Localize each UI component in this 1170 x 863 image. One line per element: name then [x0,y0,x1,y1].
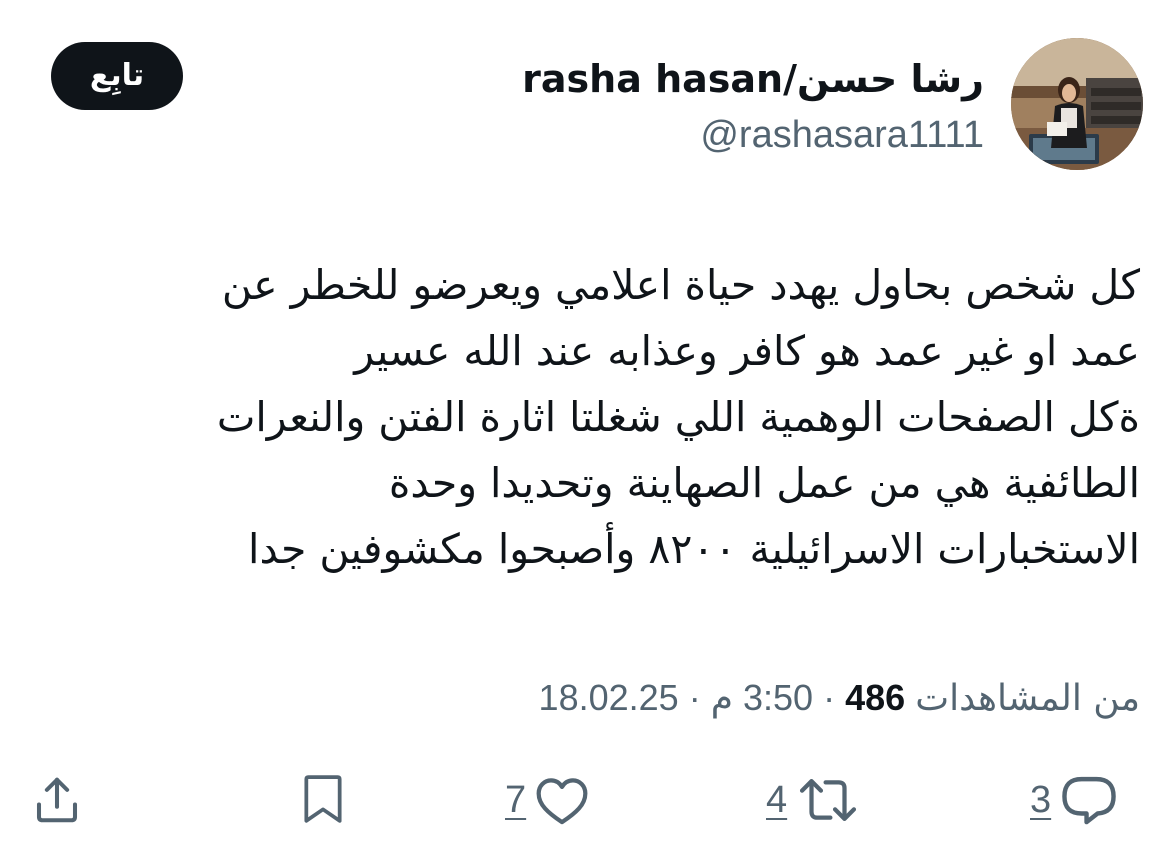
bookmark-button[interactable] [298,768,348,832]
repost-count: 4 [766,778,788,821]
views-label: من المشاهدات [915,678,1140,719]
share-button[interactable] [30,768,84,832]
tweet-meta: من المشاهدات 486 · 3:50 م · 18.02.25 [539,670,1140,727]
like-button[interactable]: 7 [505,768,590,832]
tweet-text-line: عمد او غير عمد هو كافر وعذابه عند الله ع… [354,327,1140,375]
meta-separator: · [688,677,701,718]
views-count[interactable]: 486 [845,677,905,718]
meta-separator: · [823,677,836,718]
tweet-time[interactable]: 3:50 م [711,677,813,718]
follow-button[interactable]: تابِع [51,42,183,110]
tweet-text-line: الاستخبارات الاسرائيلية ٨٢٠٠ وأصبحوا مكش… [248,525,1140,573]
avatar-image [1011,38,1143,170]
author-handle[interactable]: @rashasara1111 [522,108,984,162]
tweet-author: rasha hasan/رشا حسن @rashasara1111 [522,52,984,162]
tweet-text: كل شخص بحاول يهدد حياة اعلامي ويعرضو للخ… [80,252,1140,582]
reply-icon [1062,776,1116,825]
like-count: 7 [505,778,527,821]
repost-button[interactable]: 4 [766,768,861,832]
author-display-name[interactable]: rasha hasan/رشا حسن [522,52,984,106]
tweet-text-line: ةكل الصفحات الوهمية اللي شغلتا اثارة الف… [216,393,1140,441]
avatar[interactable] [1011,38,1143,170]
heart-icon [536,778,588,825]
reply-button[interactable]: 3 [1030,768,1119,832]
share-icon [36,777,78,823]
tweet-date[interactable]: 18.02.25 [539,677,679,718]
tweet-text-line: الطائفية هي من عمل الصهاينة وتحديدا وحدة [388,459,1140,507]
tweet-text-line: كل شخص بحاول يهدد حياة اعلامي ويعرضو للخ… [221,261,1140,309]
bookmark-icon [304,775,342,823]
reply-count: 3 [1030,778,1052,821]
repost-icon [800,779,857,821]
